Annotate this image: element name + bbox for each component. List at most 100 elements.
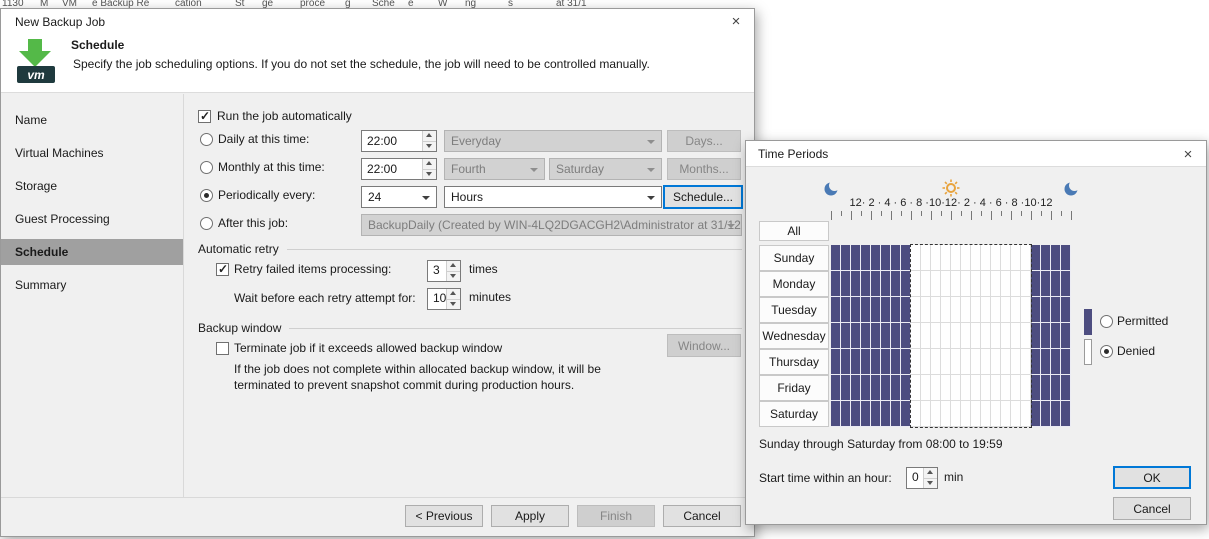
time-cell-permitted[interactable]: [1031, 349, 1041, 375]
time-cell-permitted[interactable]: [1061, 297, 1071, 323]
time-cell-permitted[interactable]: [841, 297, 851, 323]
spin-up-icon[interactable]: [423, 131, 436, 141]
time-cell-permitted[interactable]: [1061, 271, 1071, 297]
time-cell-permitted[interactable]: [891, 349, 901, 375]
day-button-tuesday[interactable]: Tuesday: [759, 297, 829, 323]
time-cell-permitted[interactable]: [851, 375, 861, 401]
time-cell-permitted[interactable]: [841, 349, 851, 375]
time-cell-permitted[interactable]: [861, 401, 871, 427]
spin-up-icon[interactable]: [924, 468, 937, 478]
spin-up-icon[interactable]: [423, 159, 436, 169]
time-cell-permitted[interactable]: [1041, 349, 1051, 375]
time-cell-permitted[interactable]: [891, 271, 901, 297]
apply-button[interactable]: Apply: [491, 505, 569, 527]
time-cell-permitted[interactable]: [871, 375, 881, 401]
spin-down-icon[interactable]: [924, 478, 937, 489]
time-cell-permitted[interactable]: [841, 323, 851, 349]
close-icon[interactable]: ×: [726, 13, 746, 30]
day-button-saturday[interactable]: Saturday: [759, 401, 829, 427]
run-automatically-checkbox[interactable]: [198, 110, 211, 123]
schedule-button[interactable]: Schedule...: [663, 185, 743, 209]
time-cell-permitted[interactable]: [1051, 349, 1061, 375]
time-cell-permitted[interactable]: [831, 245, 841, 271]
time-cell-permitted[interactable]: [851, 271, 861, 297]
periodically-unit-select[interactable]: Hours: [444, 186, 662, 208]
time-cell-permitted[interactable]: [861, 271, 871, 297]
time-cell-permitted[interactable]: [871, 349, 881, 375]
time-cell-permitted[interactable]: [841, 401, 851, 427]
sidebar-item-schedule[interactable]: Schedule: [1, 239, 183, 265]
time-cell-permitted[interactable]: [871, 323, 881, 349]
sidebar-item-guest-processing[interactable]: Guest Processing: [1, 206, 183, 232]
permitted-radio[interactable]: [1100, 315, 1113, 328]
ok-button[interactable]: OK: [1113, 466, 1191, 489]
time-cell-permitted[interactable]: [1031, 375, 1041, 401]
time-cell-permitted[interactable]: [1041, 401, 1051, 427]
time-cell-permitted[interactable]: [881, 245, 891, 271]
day-button-friday[interactable]: Friday: [759, 375, 829, 401]
sidebar-item-virtual-machines[interactable]: Virtual Machines: [1, 140, 183, 166]
time-cell-permitted[interactable]: [1051, 271, 1061, 297]
time-cell-permitted[interactable]: [1041, 245, 1051, 271]
time-cell-permitted[interactable]: [831, 323, 841, 349]
time-cell-permitted[interactable]: [871, 401, 881, 427]
time-cell-permitted[interactable]: [1061, 375, 1071, 401]
time-cell-permitted[interactable]: [1061, 323, 1071, 349]
time-cell-permitted[interactable]: [891, 401, 901, 427]
cancel-button[interactable]: Cancel: [663, 505, 741, 527]
time-cell-permitted[interactable]: [851, 297, 861, 323]
time-cell-permitted[interactable]: [891, 323, 901, 349]
tp-cancel-button[interactable]: Cancel: [1113, 497, 1191, 520]
time-cell-permitted[interactable]: [841, 375, 851, 401]
time-cell-permitted[interactable]: [871, 297, 881, 323]
all-days-button[interactable]: All: [759, 221, 829, 241]
spinner-buttons[interactable]: [446, 289, 460, 309]
time-cell-permitted[interactable]: [891, 297, 901, 323]
time-cell-permitted[interactable]: [831, 375, 841, 401]
time-cell-permitted[interactable]: [1031, 297, 1041, 323]
spin-down-icon[interactable]: [423, 141, 436, 152]
previous-button[interactable]: < Previous: [405, 505, 483, 527]
spin-up-icon[interactable]: [447, 261, 460, 271]
time-cell-permitted[interactable]: [871, 245, 881, 271]
time-cell-permitted[interactable]: [881, 401, 891, 427]
monthly-radio[interactable]: [200, 161, 213, 174]
retry-count-input[interactable]: 3: [427, 260, 461, 282]
spin-down-icon[interactable]: [447, 271, 460, 282]
retry-wait-input[interactable]: 10: [427, 288, 461, 310]
start-time-input[interactable]: 0: [906, 467, 938, 489]
day-button-thursday[interactable]: Thursday: [759, 349, 829, 375]
daily-radio[interactable]: [200, 133, 213, 146]
day-button-wednesday[interactable]: Wednesday: [759, 323, 829, 349]
time-cell-permitted[interactable]: [1031, 245, 1041, 271]
close-icon[interactable]: ×: [1178, 146, 1198, 163]
day-button-sunday[interactable]: Sunday: [759, 245, 829, 271]
retry-checkbox[interactable]: [216, 263, 229, 276]
denied-radio[interactable]: [1100, 345, 1113, 358]
spin-down-icon[interactable]: [447, 299, 460, 310]
time-cell-permitted[interactable]: [831, 297, 841, 323]
terminate-checkbox[interactable]: [216, 342, 229, 355]
time-cell-permitted[interactable]: [841, 245, 851, 271]
time-cell-permitted[interactable]: [891, 245, 901, 271]
time-cell-permitted[interactable]: [881, 375, 891, 401]
time-cell-permitted[interactable]: [861, 349, 871, 375]
time-cell-permitted[interactable]: [1051, 323, 1061, 349]
time-cell-permitted[interactable]: [1031, 323, 1041, 349]
spinner-buttons[interactable]: [422, 131, 436, 151]
periodically-value-select[interactable]: 24: [361, 186, 437, 208]
time-cell-permitted[interactable]: [861, 375, 871, 401]
time-cell-permitted[interactable]: [1041, 323, 1051, 349]
time-cell-permitted[interactable]: [1031, 271, 1041, 297]
time-cell-permitted[interactable]: [831, 401, 841, 427]
time-cell-permitted[interactable]: [1051, 401, 1061, 427]
time-cell-permitted[interactable]: [861, 245, 871, 271]
time-cell-permitted[interactable]: [871, 271, 881, 297]
sidebar-item-summary[interactable]: Summary: [1, 272, 183, 298]
time-cell-permitted[interactable]: [891, 375, 901, 401]
spinner-buttons[interactable]: [446, 261, 460, 281]
spinner-buttons[interactable]: [422, 159, 436, 179]
time-cell-permitted[interactable]: [1041, 297, 1051, 323]
time-cell-permitted[interactable]: [1061, 401, 1071, 427]
spin-up-icon[interactable]: [447, 289, 460, 299]
